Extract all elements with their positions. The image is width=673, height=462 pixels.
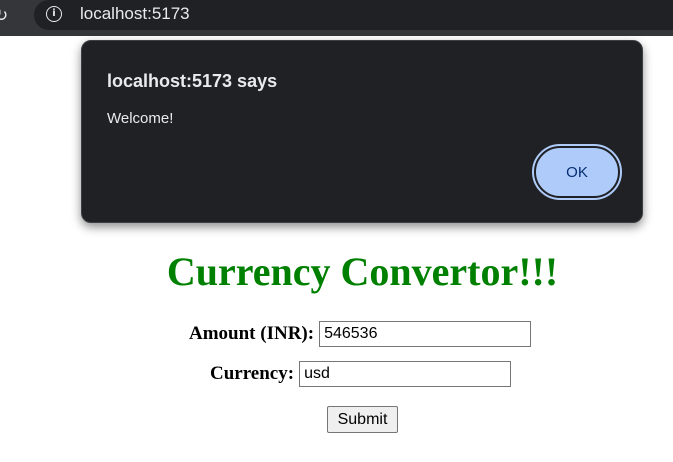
reload-icon[interactable]: ↻ — [0, 4, 18, 28]
page-title: Currency Convertor!!! — [166, 249, 559, 294]
amount-label: Amount (INR): — [189, 323, 315, 344]
submit-button[interactable]: Submit — [327, 406, 398, 433]
alert-title: localhost:5173 says — [107, 71, 278, 91]
currency-label: Currency: — [210, 363, 295, 384]
currency-input[interactable] — [299, 361, 512, 387]
info-icon[interactable]: i — [46, 6, 62, 22]
amount-input[interactable] — [319, 321, 532, 347]
currency-row: Currency: — [210, 361, 512, 387]
ok-button[interactable]: OK — [532, 144, 622, 200]
browser-toolbar: ↻ i localhost:5173 — [0, 0, 673, 36]
amount-row: Amount (INR): — [189, 321, 532, 347]
address-bar[interactable]: i localhost:5173 — [34, 0, 673, 30]
alert-dialog: localhost:5173 says Welcome! OK — [81, 40, 643, 223]
address-url[interactable]: localhost:5173 — [80, 4, 190, 24]
alert-message: Welcome! — [107, 110, 174, 127]
